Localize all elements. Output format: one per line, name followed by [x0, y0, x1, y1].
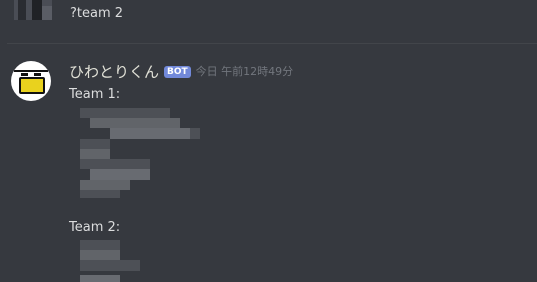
bot-tag-badge: BOT	[164, 66, 191, 78]
pixel-block	[80, 260, 140, 271]
pixel-block	[110, 128, 190, 139]
previous-message-text: ?team 2	[70, 6, 124, 21]
pixel-block	[80, 275, 120, 282]
message-timestamp: 今日 午前12時49分	[195, 65, 294, 78]
pixel-block	[90, 118, 180, 128]
bot-avatar[interactable]	[11, 61, 51, 101]
avatar-pixel	[42, 6, 52, 20]
avatar-brow	[14, 70, 48, 72]
pixel-block	[80, 190, 120, 198]
pixel-block	[80, 240, 120, 250]
message-header: ひわとりくん BOT 今日 午前12時49分	[69, 62, 293, 82]
team2-label: Team 2:	[69, 220, 121, 235]
pixel-block	[80, 108, 170, 118]
pixel-block	[190, 128, 200, 139]
pixel-block	[80, 149, 110, 159]
bot-username[interactable]: ひわとりくん	[69, 62, 159, 82]
pixel-block	[80, 159, 150, 169]
pixel-block	[90, 169, 150, 180]
pixel-block	[80, 250, 120, 260]
avatar-mask	[19, 77, 45, 94]
avatar-pixel	[32, 0, 42, 20]
previous-user-avatar[interactable]	[14, 0, 52, 20]
message-divider	[7, 43, 537, 44]
pixel-block	[80, 139, 110, 149]
team1-label: Team 1:	[69, 87, 121, 102]
avatar-eye-right	[34, 73, 41, 76]
avatar-pixel	[18, 0, 26, 20]
pixel-block	[80, 180, 130, 190]
avatar-eye-left	[21, 73, 28, 76]
